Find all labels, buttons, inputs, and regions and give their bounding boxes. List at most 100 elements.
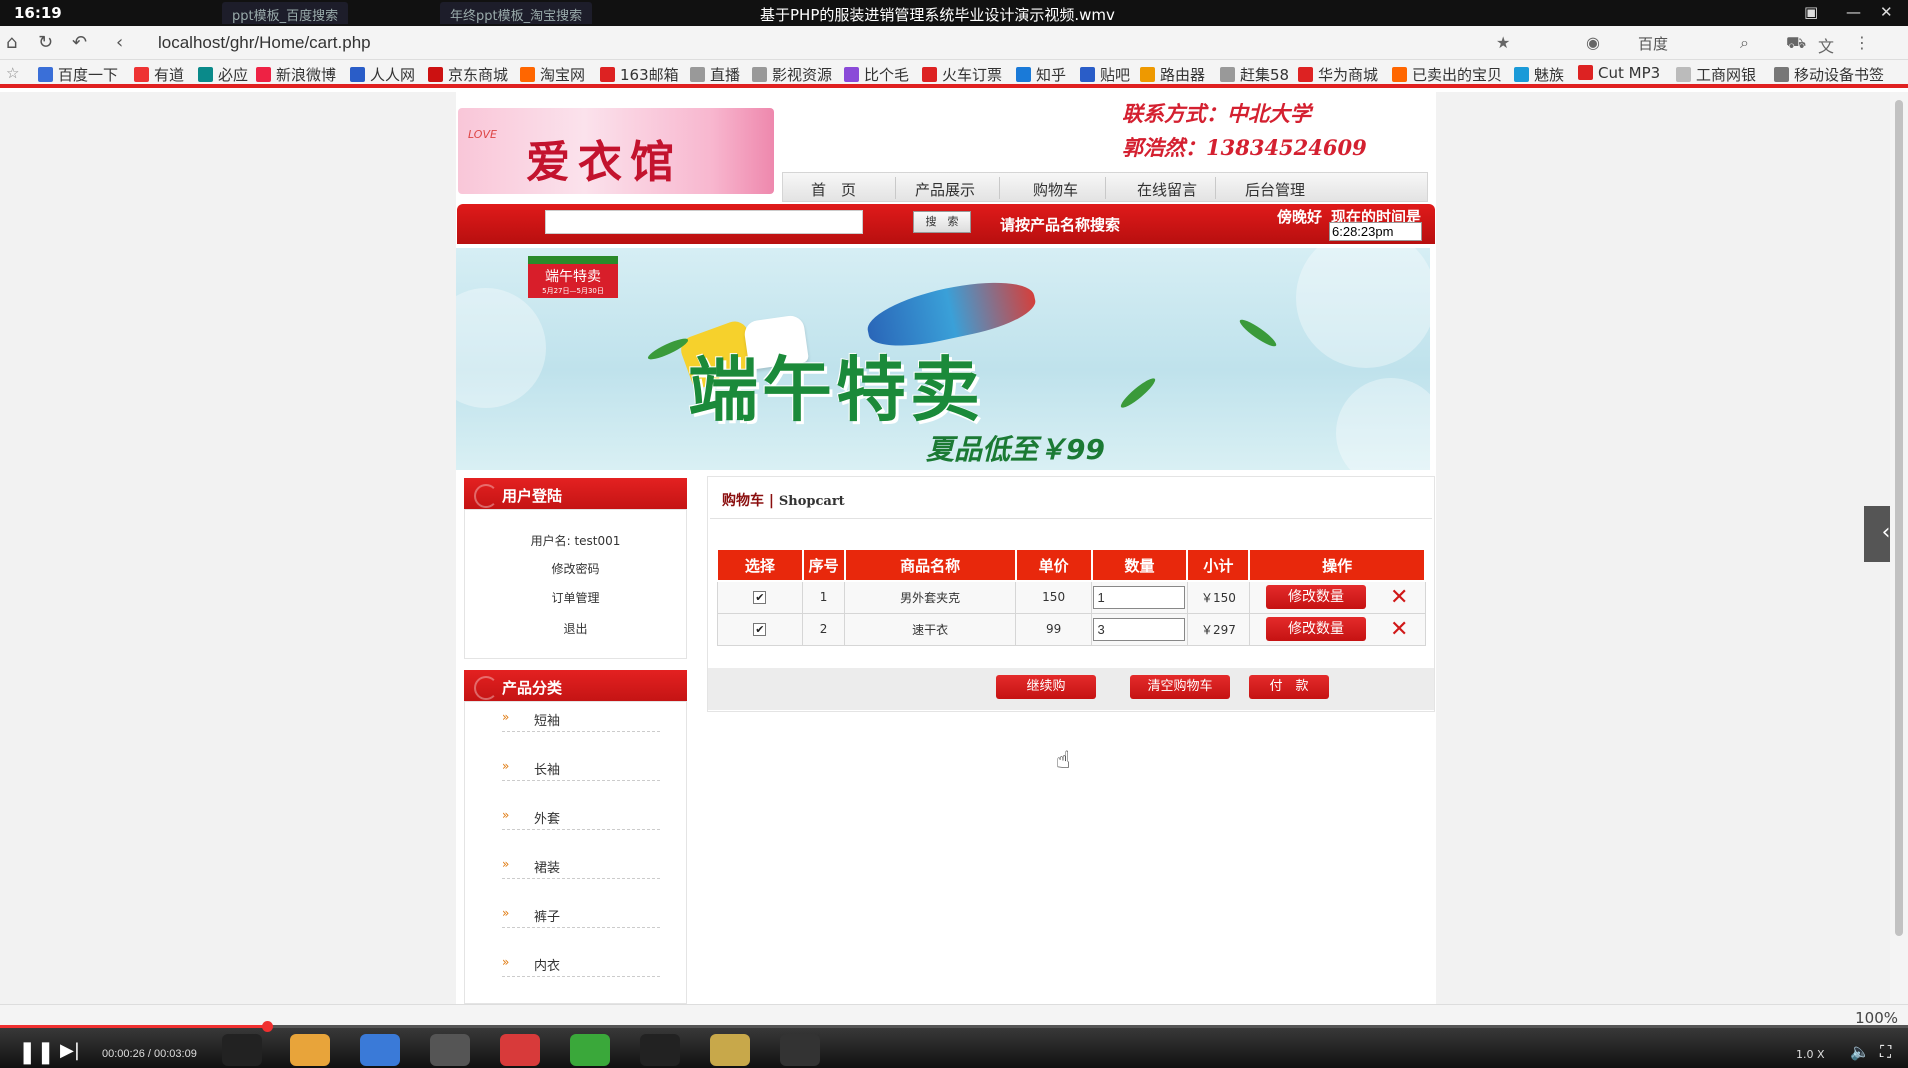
cart-table: 选择 序号 商品名称 单价 数量 小计 操作 ✔ 1 男外套夹克 150 1 ￥… bbox=[716, 548, 1426, 646]
next-icon[interactable]: ▶| bbox=[60, 1040, 80, 1061]
delete-icon[interactable]: ✕ bbox=[1390, 585, 1408, 610]
taskbar-app-icon[interactable] bbox=[640, 1034, 680, 1066]
browser-tab-2[interactable]: 年终ppt模板_淘宝搜索 bbox=[440, 2, 593, 24]
search-button[interactable]: 搜 索 bbox=[913, 211, 971, 233]
home-icon[interactable]: ⌂ bbox=[6, 32, 17, 53]
minimize-icon[interactable]: — bbox=[1846, 3, 1861, 21]
quantity-input[interactable]: 3 bbox=[1093, 617, 1186, 641]
taskbar-app-icon[interactable] bbox=[222, 1034, 262, 1066]
bookmark-item[interactable]: 贴吧 bbox=[1080, 64, 1130, 85]
col-header-subtotal: 小计 bbox=[1186, 548, 1251, 582]
taskbar-app-icon[interactable] bbox=[570, 1034, 610, 1066]
contact-line-1: 联系方式：中北大学 bbox=[1122, 101, 1311, 126]
quantity-input[interactable]: 1 bbox=[1093, 585, 1186, 609]
bookmark-item[interactable]: 火车订票 bbox=[922, 64, 1002, 85]
bookmark-item[interactable]: 163邮箱 bbox=[600, 64, 679, 85]
bookmark-item[interactable]: 必应 bbox=[198, 64, 248, 85]
update-quantity-button[interactable]: 修改数量 bbox=[1265, 616, 1366, 641]
search-input[interactable] bbox=[545, 210, 863, 234]
nav-admin[interactable]: 后台管理 bbox=[1245, 179, 1305, 200]
translate-icon[interactable]: 文 bbox=[1818, 33, 1834, 57]
video-progress[interactable] bbox=[0, 1021, 1908, 1032]
login-box-title: 用户登陆 bbox=[464, 478, 687, 509]
close-window-icon[interactable]: ✕ bbox=[1880, 3, 1893, 21]
taskbar-app-icon[interactable] bbox=[430, 1034, 470, 1066]
nav-divider bbox=[895, 177, 896, 199]
double-arrow-icon: » bbox=[502, 955, 510, 969]
playback-speed[interactable]: 1.0 X bbox=[1796, 1048, 1825, 1061]
bookmark-item[interactable]: 有道 bbox=[134, 64, 184, 85]
volume-icon[interactable]: 🔈 bbox=[1850, 1042, 1870, 1061]
bookmark-item[interactable]: 移动设备书签 bbox=[1774, 64, 1884, 85]
bookmarks-bar: ☆ 百度一下 有道 必应 新浪微博 人人网 京东商城 淘宝网 163邮箱 直播 … bbox=[0, 60, 1908, 88]
bookmark-item[interactable]: 知乎 bbox=[1016, 64, 1066, 85]
logout-link[interactable]: 退出 bbox=[464, 620, 687, 637]
bookmark-star-icon[interactable]: ☆ bbox=[6, 64, 19, 82]
order-management-link[interactable]: 订单管理 bbox=[464, 589, 687, 606]
pause-icon[interactable]: ❚❚ bbox=[18, 1040, 55, 1065]
bookmark-item[interactable]: 比个毛 bbox=[844, 64, 909, 85]
taskbar-app-icon[interactable] bbox=[500, 1034, 540, 1066]
taskbar-app-icon[interactable] bbox=[710, 1034, 750, 1066]
search-icon[interactable]: ⌕ bbox=[1740, 33, 1749, 53]
nav-messages[interactable]: 在线留言 bbox=[1137, 179, 1197, 200]
category-label: 裙装 bbox=[534, 861, 561, 876]
window-icon[interactable]: ▣ bbox=[1804, 3, 1818, 21]
time-display: 6:28:23pm bbox=[1329, 222, 1422, 241]
bookmark-item[interactable]: 京东商城 bbox=[428, 64, 508, 85]
site-logo[interactable]: LOVE 爱衣馆 bbox=[458, 108, 774, 194]
bookmark-item[interactable]: 华为商城 bbox=[1298, 64, 1378, 85]
bookmark-item[interactable]: 人人网 bbox=[350, 64, 415, 85]
promo-banner[interactable]: 端午特卖 5月27日—5月30日 端午特卖 夏品低至￥99 bbox=[456, 248, 1430, 470]
video-progress-fill bbox=[0, 1025, 268, 1028]
bookmark-item[interactable]: 新浪微博 bbox=[256, 64, 336, 85]
bookmark-item[interactable]: Cut MP3 bbox=[1578, 64, 1660, 82]
bookmark-item[interactable]: 魅族 bbox=[1514, 64, 1564, 85]
star-icon[interactable]: ★ bbox=[1496, 33, 1510, 52]
category-item[interactable]: » 长袖 bbox=[502, 757, 660, 781]
bookmark-item[interactable]: 路由器 bbox=[1140, 64, 1205, 85]
category-item[interactable]: » 短袖 bbox=[502, 708, 660, 732]
bookmark-item[interactable]: 影视资源 bbox=[752, 64, 832, 85]
pay-button[interactable]: 付 款 bbox=[1249, 675, 1329, 699]
search-engine-icon[interactable]: ◉ bbox=[1586, 33, 1600, 52]
cart-icon[interactable]: ⛟ bbox=[1786, 33, 1806, 54]
delete-icon[interactable]: ✕ bbox=[1390, 617, 1408, 642]
menu-icon[interactable]: ⋮ bbox=[1854, 33, 1870, 52]
search-engine-label[interactable]: 百度 bbox=[1638, 33, 1668, 54]
bookmark-item[interactable]: 淘宝网 bbox=[520, 64, 585, 85]
select-checkbox[interactable]: ✔ bbox=[753, 623, 767, 636]
clear-cart-button[interactable]: 清空购物车 bbox=[1130, 675, 1230, 699]
taskbar-app-icon[interactable] bbox=[290, 1034, 330, 1066]
bookmark-item[interactable]: 直播 bbox=[690, 64, 740, 85]
bookmark-item[interactable]: 赶集58 bbox=[1220, 64, 1289, 85]
greeting-text: 傍晚好 bbox=[1277, 208, 1323, 226]
scrollbar-thumb[interactable] bbox=[1895, 100, 1903, 936]
taskbar-app-icon[interactable] bbox=[360, 1034, 400, 1066]
select-checkbox[interactable]: ✔ bbox=[753, 591, 767, 605]
change-password-link[interactable]: 修改密码 bbox=[464, 560, 687, 577]
bookmark-item[interactable]: 百度一下 bbox=[38, 64, 118, 85]
nav-home[interactable]: 首 页 bbox=[811, 179, 856, 200]
update-quantity-button[interactable]: 修改数量 bbox=[1265, 584, 1366, 609]
username-label: 用户名: test001 bbox=[530, 534, 621, 548]
nav-products[interactable]: 产品展示 bbox=[915, 179, 975, 200]
page-scrollbar[interactable] bbox=[1890, 92, 1908, 1004]
bookmark-item[interactable]: 已卖出的宝贝 bbox=[1392, 64, 1502, 85]
browser-tab-1[interactable]: ppt模板_百度搜索 bbox=[222, 2, 349, 24]
taskbar-app-icon[interactable] bbox=[780, 1034, 820, 1066]
category-item[interactable]: » 内衣 bbox=[502, 953, 660, 977]
banner-bubble bbox=[1296, 248, 1430, 368]
double-arrow-icon: » bbox=[502, 808, 510, 822]
continue-shopping-button[interactable]: 继续购 bbox=[996, 675, 1096, 699]
category-item[interactable]: » 裙装 bbox=[502, 855, 660, 879]
nav-cart[interactable]: 购物车 bbox=[1033, 179, 1078, 200]
category-item[interactable]: » 裤子 bbox=[502, 904, 660, 928]
back-icon[interactable]: ‹ bbox=[116, 32, 123, 53]
fullscreen-icon[interactable]: ⛶ bbox=[1880, 1042, 1891, 1062]
category-item[interactable]: » 外套 bbox=[502, 806, 660, 830]
url-field[interactable]: localhost/ghr/Home/cart.php bbox=[158, 33, 371, 53]
bookmark-item[interactable]: 工商网银 bbox=[1676, 64, 1756, 85]
reload-icon[interactable]: ↻ bbox=[38, 32, 53, 53]
undo-icon[interactable]: ↶ bbox=[72, 32, 87, 53]
